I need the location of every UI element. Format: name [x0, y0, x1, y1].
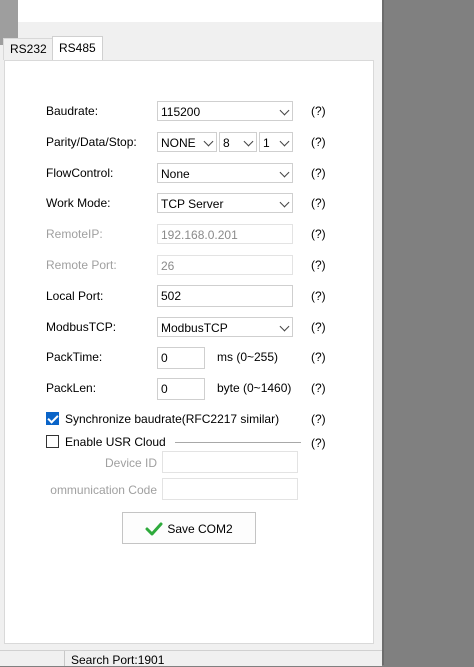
- workmode-select[interactable]: TCP Server: [157, 193, 293, 213]
- chevron-down-icon: [279, 321, 290, 332]
- remoteip-help[interactable]: (?): [311, 224, 326, 244]
- panel-border: [382, 0, 384, 665]
- save-com2-label: Save COM2: [167, 521, 233, 536]
- chevron-down-icon: [279, 136, 290, 147]
- parity-value: NONE: [161, 136, 196, 150]
- flowcontrol-label: FlowControl:: [46, 166, 114, 180]
- chevron-down-icon: [203, 136, 214, 147]
- panel-header-area: [18, 0, 382, 22]
- sync-baudrate-label: Synchronize baudrate(RFC2217 similar): [65, 412, 280, 426]
- group-divider: [175, 442, 301, 443]
- flowcontrol-help[interactable]: (?): [311, 163, 326, 183]
- packlen-unit: byte (0~1460): [217, 381, 292, 395]
- save-com2-button[interactable]: Save COM2: [122, 512, 256, 544]
- parity-label: Parity/Data/Stop:: [46, 135, 137, 149]
- check-icon: [145, 522, 163, 536]
- parity-help[interactable]: (?): [311, 132, 326, 152]
- packtime-help[interactable]: (?): [311, 347, 326, 367]
- flowcontrol-select[interactable]: None: [157, 163, 293, 183]
- sync-help[interactable]: (?): [311, 409, 326, 429]
- remoteport-input[interactable]: 26: [157, 255, 293, 275]
- checkbox-checked-icon[interactable]: [46, 412, 59, 426]
- localport-help[interactable]: (?): [311, 286, 326, 306]
- modbustcp-help[interactable]: (?): [311, 317, 326, 337]
- databits-select[interactable]: 8: [219, 132, 257, 152]
- status-divider: [64, 651, 65, 666]
- device-id-label: Device ID: [104, 456, 157, 470]
- baudrate-value: 115200: [161, 105, 201, 119]
- localport-label: Local Port:: [46, 289, 104, 303]
- modbustcp-label: ModbusTCP:: [46, 320, 117, 334]
- comm-code-label: ommunication Code: [50, 483, 157, 497]
- chevron-down-icon: [279, 105, 290, 116]
- tab-rs485[interactable]: RS485: [52, 36, 103, 60]
- baudrate-select[interactable]: 115200: [157, 101, 293, 121]
- stopbits-select[interactable]: 1: [259, 132, 293, 152]
- workmode-label: Work Mode:: [46, 196, 111, 210]
- packlen-input[interactable]: 0: [157, 378, 205, 400]
- enable-cloud-label: Enable USR Cloud: [65, 435, 166, 449]
- databits-value: 8: [223, 136, 230, 150]
- remoteip-input[interactable]: 192.168.0.201: [157, 224, 293, 244]
- workmode-value: TCP Server: [161, 197, 224, 211]
- localport-input[interactable]: 502: [157, 285, 293, 307]
- modbustcp-value: ModbusTCP: [161, 321, 228, 335]
- packtime-input[interactable]: 0: [157, 347, 205, 369]
- packlen-label: PackLen:: [46, 381, 97, 395]
- chevron-down-icon: [243, 136, 254, 147]
- remoteport-help[interactable]: (?): [311, 255, 326, 275]
- remoteip-label: RemoteIP:: [46, 227, 103, 241]
- modbustcp-select[interactable]: ModbusTCP: [157, 317, 293, 337]
- packlen-help[interactable]: (?): [311, 378, 326, 398]
- cloud-help[interactable]: (?): [311, 433, 326, 453]
- device-id-input[interactable]: [162, 451, 298, 473]
- remoteport-label: Remote Port:: [46, 258, 117, 272]
- comm-code-input[interactable]: [162, 478, 298, 500]
- enable-cloud-checkbox[interactable]: Enable USR Cloud: [46, 432, 166, 452]
- checkbox-unchecked-icon[interactable]: [46, 435, 59, 449]
- chevron-down-icon: [279, 197, 290, 208]
- packtime-label: PackTime:: [46, 350, 103, 364]
- packtime-unit: ms (0~255): [217, 350, 279, 364]
- tab-rs232[interactable]: RS232: [3, 38, 54, 60]
- stopbits-value: 1: [263, 136, 270, 150]
- flowcontrol-value: None: [161, 167, 190, 181]
- status-bar: Search Port:1901: [0, 650, 382, 667]
- sync-baudrate-checkbox[interactable]: Synchronize baudrate(RFC2217 similar): [46, 409, 279, 429]
- parity-select[interactable]: NONE: [157, 132, 217, 152]
- baudrate-label: Baudrate:: [46, 104, 99, 118]
- rs485-settings-content: Baudrate: 115200 (?) Parity/Data/Stop: N…: [4, 60, 374, 644]
- baudrate-help[interactable]: (?): [311, 101, 326, 121]
- workmode-help[interactable]: (?): [311, 193, 326, 213]
- chevron-down-icon: [279, 167, 290, 178]
